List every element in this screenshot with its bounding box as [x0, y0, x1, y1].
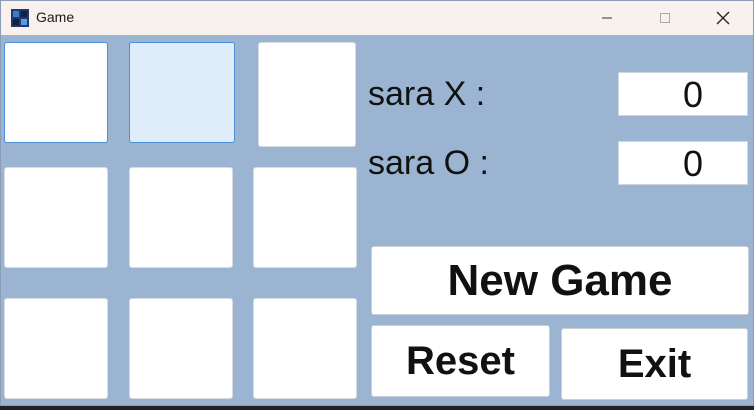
background-strip — [0, 406, 754, 410]
board-cell-4[interactable] — [4, 167, 108, 268]
new-game-button[interactable]: New Game — [371, 246, 749, 315]
player-o-label: sara O : — [368, 144, 489, 182]
board-cell-1[interactable] — [4, 42, 108, 143]
board-cell-6[interactable] — [253, 167, 357, 268]
minimize-icon — [602, 17, 612, 19]
player-o-score: 0 — [618, 141, 748, 185]
close-icon — [716, 11, 730, 25]
window-title: Game — [36, 9, 75, 25]
maximize-icon — [660, 13, 670, 23]
board-cell-2[interactable] — [129, 42, 235, 143]
reset-button[interactable]: Reset — [371, 325, 550, 397]
board-cell-8[interactable] — [129, 298, 233, 399]
minimize-button[interactable] — [578, 1, 636, 35]
board-cell-3[interactable] — [258, 42, 356, 147]
game-window: Game sara X : 0 sara O : 0 New Game Rese… — [0, 0, 754, 406]
exit-button[interactable]: Exit — [561, 328, 748, 400]
title-bar: Game — [1, 1, 753, 35]
player-x-score: 0 — [618, 72, 748, 116]
close-button[interactable] — [694, 1, 752, 35]
board-cell-7[interactable] — [4, 298, 108, 399]
player-x-label: sara X : — [368, 75, 486, 113]
board-cell-5[interactable] — [129, 167, 233, 268]
app-icon — [11, 9, 29, 27]
maximize-button[interactable] — [636, 1, 694, 35]
board-cell-9[interactable] — [253, 298, 357, 399]
